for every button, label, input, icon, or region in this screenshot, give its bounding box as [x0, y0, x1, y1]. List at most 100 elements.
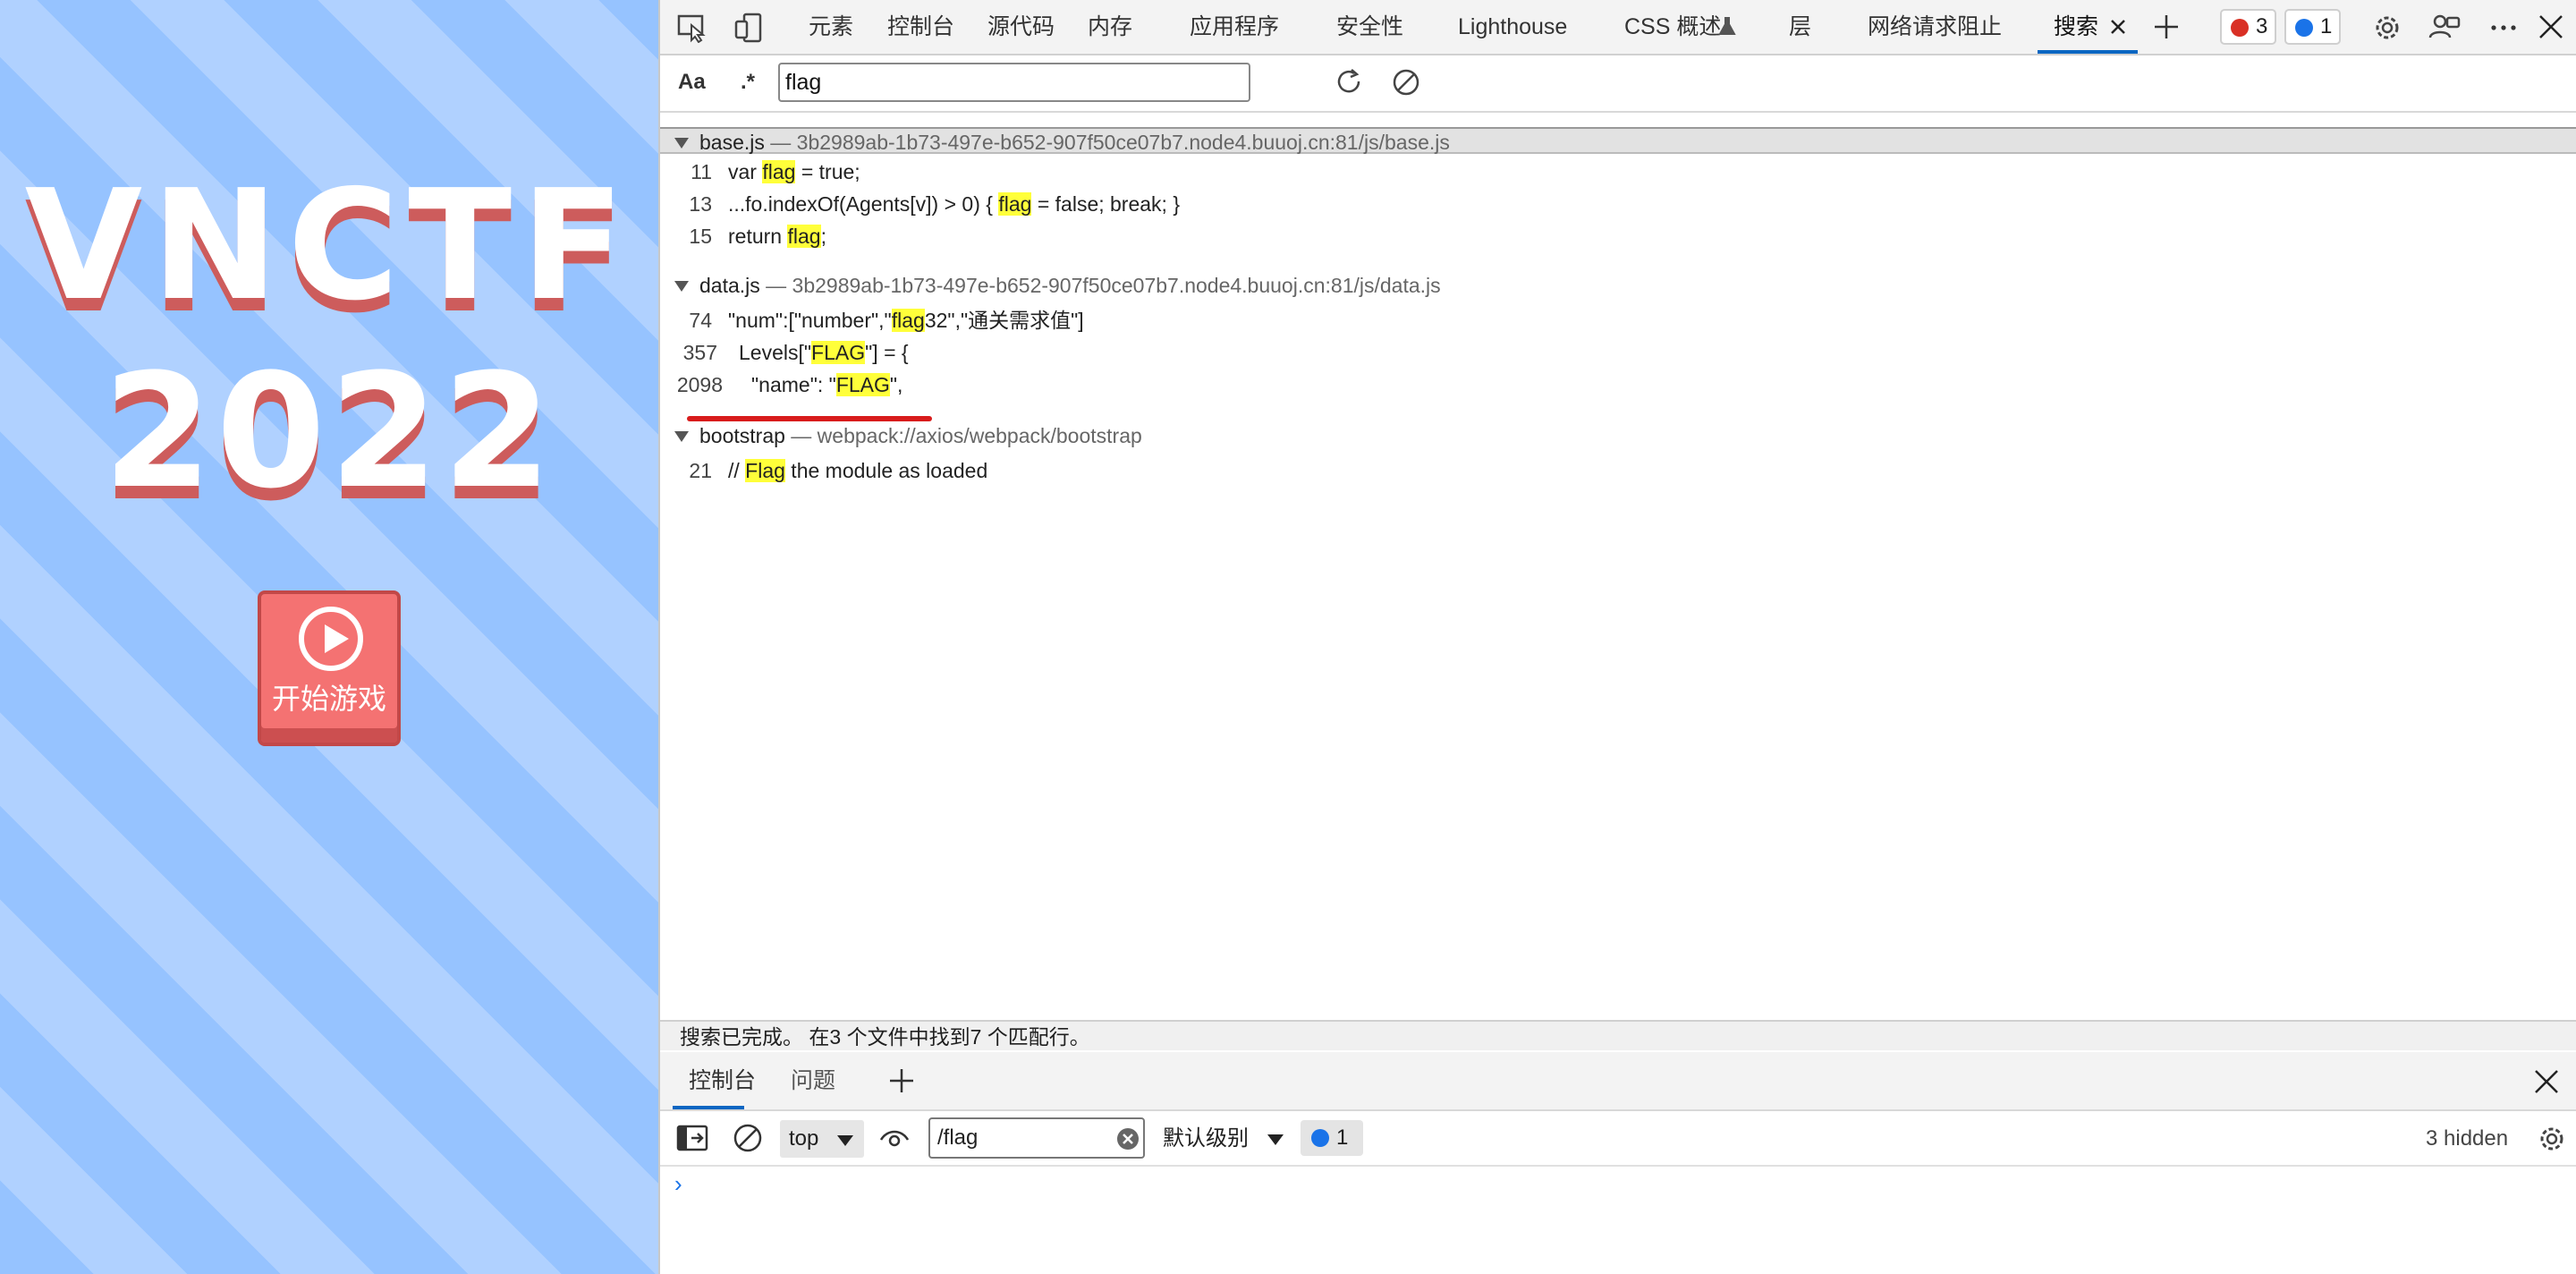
match-highlight: flag: [998, 192, 1032, 216]
tab-search[interactable]: 搜索: [2054, 0, 2098, 54]
search-toolbar: Aa .*: [660, 55, 2576, 113]
start-game-label: 开始游戏: [271, 682, 386, 716]
match-highlight: flag: [762, 160, 796, 183]
console-sidebar-toggle-icon[interactable]: [676, 1124, 708, 1152]
line-number: 15: [689, 225, 712, 248]
game-logo-title: VNCTF: [24, 157, 634, 335]
line-number: 13: [689, 192, 712, 216]
more-options-icon[interactable]: [2487, 11, 2521, 45]
drawer-tab-issues[interactable]: 问题: [791, 1052, 835, 1109]
refresh-icon[interactable]: [1333, 66, 1365, 98]
tab-network-request-blocking[interactable]: 网络请求阻止: [1868, 0, 2002, 54]
console-prompt[interactable]: ›: [674, 1170, 682, 1198]
result-file-name: data.js: [699, 274, 760, 297]
experiment-flask-icon: [1718, 17, 1736, 35]
chevron-down-icon: [837, 1135, 853, 1146]
errors-badge[interactable]: 3: [2220, 9, 2277, 45]
tab-application[interactable]: 应用程序: [1190, 0, 1279, 54]
device-emulation-icon[interactable]: [733, 13, 766, 43]
feedback-icon[interactable]: [2428, 11, 2462, 45]
result-file-header[interactable]: base.js — 3b2989ab-1b73-497e-b652-907f50…: [660, 127, 2576, 154]
clear-search-icon[interactable]: [1390, 66, 1422, 98]
message-icon: [2295, 19, 2313, 37]
result-line[interactable]: 74 "num":["number","flag32","通关需求值"]: [660, 304, 2576, 336]
search-input[interactable]: [778, 63, 1250, 102]
context-selector[interactable]: top: [780, 1120, 864, 1158]
tab-security[interactable]: 安全性: [1336, 0, 1403, 54]
issues-count: 1: [1336, 1125, 1349, 1150]
regex-button[interactable]: .*: [741, 70, 755, 95]
more-tools-plus-icon[interactable]: [2152, 13, 2181, 41]
line-number: 2098: [676, 373, 723, 396]
line-number: 21: [689, 459, 712, 482]
close-drawer-icon[interactable]: [2533, 1068, 2560, 1095]
add-drawer-tab-plus-icon[interactable]: [887, 1066, 916, 1095]
result-file-path: — webpack://axios/webpack/bootstrap: [791, 424, 1142, 447]
tab-css-overview[interactable]: CSS 概述: [1624, 0, 1721, 54]
collapse-triangle-icon[interactable]: [674, 281, 689, 292]
result-line[interactable]: 11 var flag = true;: [660, 156, 2576, 188]
game-logo-year: 2022: [103, 340, 555, 523]
result-line[interactable]: 2098 "name": "FLAG",: [660, 369, 2576, 401]
line-number: 74: [689, 309, 712, 332]
chevron-down-icon: [1267, 1134, 1284, 1145]
close-devtools-icon[interactable]: [2537, 13, 2565, 41]
annotation-underline: [687, 416, 932, 421]
messages-count: 1: [2320, 14, 2333, 38]
tab-sources[interactable]: 源代码: [987, 0, 1055, 54]
collapse-triangle-icon[interactable]: [674, 138, 689, 149]
errors-count: 3: [2256, 14, 2268, 38]
tab-memory[interactable]: 内存: [1088, 0, 1132, 54]
play-icon: [299, 607, 363, 671]
result-file-name: bootstrap: [699, 424, 785, 447]
start-game-button[interactable]: 开始游戏: [258, 590, 401, 746]
result-file-path: — 3b2989ab-1b73-497e-b652-907f50ce07b7.n…: [766, 274, 1441, 297]
page: VNCTF 2022 开始游戏 元素 控制台 源代码 内存 应用程序 安全性 L…: [0, 0, 2576, 1274]
result-line[interactable]: 15 return flag;: [660, 220, 2576, 252]
devtools-panel: 元素 控制台 源代码 内存 应用程序 安全性 Lighthouse CSS 概述…: [658, 0, 2576, 1274]
close-tab-icon[interactable]: [2109, 18, 2127, 36]
match-highlight: FLAG: [835, 373, 890, 396]
settings-gear-icon[interactable]: [2370, 11, 2404, 45]
console-settings-gear-icon[interactable]: [2535, 1122, 2569, 1156]
result-line[interactable]: 357 Levels["FLAG"] = {: [660, 336, 2576, 369]
result-file-header[interactable]: bootstrap — webpack://axios/webpack/boot…: [660, 422, 2576, 449]
drawer-active-tab-indicator: [673, 1106, 744, 1109]
context-value: top: [789, 1126, 819, 1151]
console-toolbar: top 默认级别 1 3 hidden: [660, 1111, 2576, 1167]
console-filter-input[interactable]: [928, 1117, 1145, 1159]
message-icon: [1311, 1129, 1329, 1147]
line-number: 11: [691, 160, 712, 183]
inspect-element-icon[interactable]: [676, 13, 708, 43]
result-file-header[interactable]: data.js — 3b2989ab-1b73-497e-b652-907f50…: [660, 272, 2576, 299]
game-viewport: VNCTF 2022 开始游戏: [0, 0, 658, 1274]
issues-badge[interactable]: 1: [1301, 1120, 1363, 1156]
live-expression-eye-icon[interactable]: [878, 1124, 911, 1152]
collapse-triangle-icon[interactable]: [674, 431, 689, 442]
tab-console[interactable]: 控制台: [887, 0, 954, 54]
log-level-selector[interactable]: 默认级别: [1163, 1120, 1284, 1158]
drawer-tab-bar: 控制台 问题: [660, 1052, 2576, 1111]
clear-console-icon[interactable]: [732, 1122, 764, 1154]
match-highlight: FLAG: [811, 341, 866, 364]
match-case-button[interactable]: Aa: [678, 70, 706, 95]
drawer-tab-console[interactable]: 控制台: [689, 1052, 756, 1109]
devtools-tab-bar: 元素 控制台 源代码 内存 应用程序 安全性 Lighthouse CSS 概述…: [660, 0, 2576, 55]
line-number: 357: [682, 341, 717, 364]
match-highlight: flag: [787, 225, 821, 248]
tab-layers[interactable]: 层: [1789, 0, 1811, 54]
result-file-name: base.js: [699, 131, 765, 154]
match-highlight: flag: [891, 309, 925, 332]
result-line[interactable]: 13 ...fo.indexOf(Agents[v]) > 0) { flag …: [660, 188, 2576, 220]
result-line[interactable]: 21 // Flag the module as loaded: [660, 454, 2576, 487]
messages-badge[interactable]: 1: [2284, 9, 2342, 45]
match-highlight: Flag: [745, 459, 785, 482]
search-results: base.js — 3b2989ab-1b73-497e-b652-907f50…: [660, 127, 2576, 1018]
tab-lighthouse[interactable]: Lighthouse: [1458, 0, 1567, 54]
tab-elements[interactable]: 元素: [809, 0, 853, 54]
log-level-value: 默认级别: [1163, 1126, 1249, 1151]
active-tab-indicator: [2038, 50, 2138, 54]
clear-filter-icon[interactable]: [1116, 1127, 1140, 1151]
result-file-path: — 3b2989ab-1b73-497e-b652-907f50ce07b7.n…: [770, 131, 1450, 154]
error-icon: [2231, 19, 2249, 37]
